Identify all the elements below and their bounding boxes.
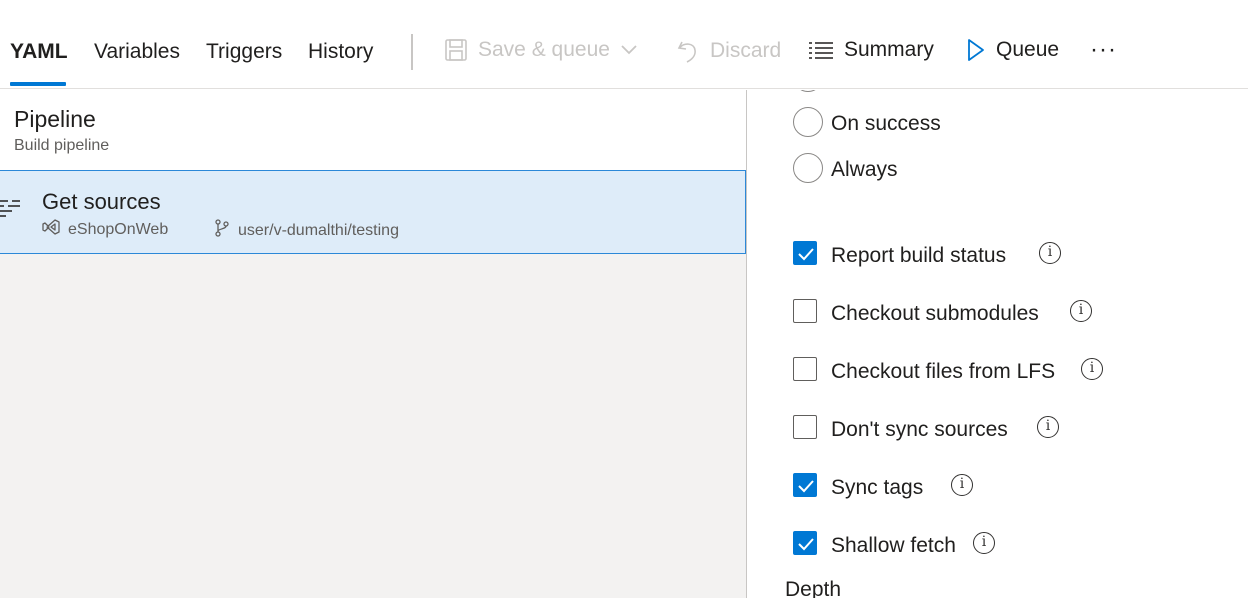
play-icon xyxy=(966,38,986,62)
tab-variables[interactable]: Variables xyxy=(94,40,180,64)
pipeline-tree-panel: Pipeline Build pipeline Get sources eSho… xyxy=(0,90,747,598)
tab-history[interactable]: History xyxy=(308,40,373,64)
save-queue-button[interactable]: Save & queue xyxy=(444,38,638,62)
info-icon[interactable]: i xyxy=(973,532,995,554)
list-icon xyxy=(808,40,834,60)
queue-button[interactable]: Queue xyxy=(966,38,1059,62)
undo-icon xyxy=(676,38,700,64)
top-bar: YAML Variables Triggers History Save & q… xyxy=(0,0,1248,89)
chevron-down-icon xyxy=(620,44,638,56)
info-icon[interactable]: i xyxy=(951,474,973,496)
radio-on-success[interactable] xyxy=(793,107,823,137)
dont-sync-sources-label: Don't sync sources xyxy=(831,418,1008,441)
checkout-submodules-label: Checkout submodules xyxy=(831,302,1039,325)
repo-info: eShopOnWeb xyxy=(42,219,168,240)
shallow-fetch-checkbox[interactable] xyxy=(793,531,817,555)
radio-always[interactable] xyxy=(793,153,823,183)
report-build-status-label: Report build status xyxy=(831,244,1007,267)
checkout-lfs-checkbox[interactable] xyxy=(793,357,817,381)
radio-label-always: Always xyxy=(831,158,898,181)
get-sources-row[interactable]: Get sources eShopOnWeb user/v-dumalthi/t… xyxy=(0,170,746,254)
get-sources-icon xyxy=(0,197,22,224)
visual-studio-icon xyxy=(42,219,60,240)
pipeline-header[interactable]: Pipeline Build pipeline xyxy=(0,90,746,170)
radio-selected-partial[interactable] xyxy=(793,90,823,92)
save-icon xyxy=(444,38,468,62)
toolbar-separator xyxy=(411,34,413,70)
tab-triggers[interactable]: Triggers xyxy=(206,40,282,64)
radio-label-on-success: On success xyxy=(831,112,941,135)
shallow-fetch-label: Shallow fetch xyxy=(831,534,956,557)
properties-panel: On success Always Report build status i … xyxy=(747,90,1248,598)
more-options-button[interactable]: ··· xyxy=(1090,36,1117,64)
checkout-submodules-checkbox[interactable] xyxy=(793,299,817,323)
branch-info: user/v-dumalthi/testing xyxy=(214,219,399,242)
info-icon[interactable]: i xyxy=(1039,242,1061,264)
summary-label: Summary xyxy=(844,38,934,61)
checkout-lfs-label: Checkout files from LFS xyxy=(831,360,1056,383)
pipeline-title: Pipeline xyxy=(14,106,96,132)
branch-name: user/v-dumalthi/testing xyxy=(238,221,399,239)
sync-tags-label: Sync tags xyxy=(831,476,924,499)
info-icon[interactable]: i xyxy=(1081,358,1103,380)
sync-tags-checkbox[interactable] xyxy=(793,473,817,497)
save-queue-label: Save & queue xyxy=(478,38,610,61)
active-tab-indicator xyxy=(10,82,66,86)
info-icon[interactable]: i xyxy=(1070,300,1092,322)
tab-yaml[interactable]: YAML xyxy=(10,40,68,64)
queue-label: Queue xyxy=(996,38,1060,61)
branch-icon xyxy=(214,219,230,242)
depth-label: Depth xyxy=(785,578,842,598)
summary-button[interactable]: Summary xyxy=(808,38,934,62)
report-build-status-checkbox[interactable] xyxy=(793,241,817,265)
get-sources-title: Get sources xyxy=(42,189,161,214)
pipeline-subtitle: Build pipeline xyxy=(14,137,110,154)
dont-sync-sources-checkbox[interactable] xyxy=(793,415,817,439)
info-icon[interactable]: i xyxy=(1037,416,1059,438)
discard-button[interactable]: Discard xyxy=(676,38,781,64)
repo-name: eShopOnWeb xyxy=(68,220,169,238)
discard-label: Discard xyxy=(710,39,782,62)
